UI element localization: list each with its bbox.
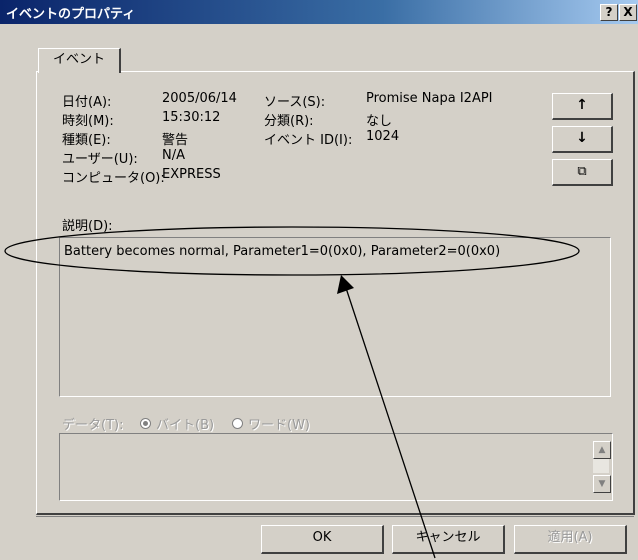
event-properties-dialog: イベントのプロパティ ? X イベント 日付(A): 2005/06/14 時刻… [0,0,638,560]
annotation-arrow-line [345,287,436,559]
highlight-ellipse [4,226,580,276]
tab-event[interactable]: イベント [38,48,121,73]
annotation-overlay [4,226,580,559]
arrow-head-icon [337,275,354,294]
